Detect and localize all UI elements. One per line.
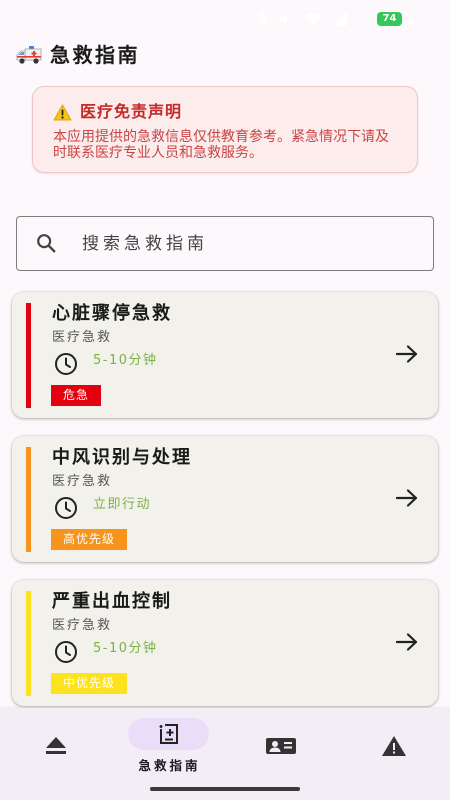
guide-card-bleeding[interactable]: 严重出血控制 医疗急救 5-10分钟 中优先级 bbox=[12, 580, 438, 706]
eject-icon bbox=[45, 736, 67, 756]
guide-title: 心脏骤停急救 bbox=[52, 303, 172, 324]
nav-selected-pill bbox=[128, 718, 209, 750]
guide-card-stroke[interactable]: 中风识别与处理 医疗急救 立即行动 高优先级 bbox=[12, 436, 438, 562]
nav-item-1[interactable] bbox=[0, 708, 112, 800]
medical-disclaimer-card: 医疗免责声明 本应用提供的急救信息仅供教育参考。紧急情况下请及时联系医疗专业人员… bbox=[32, 86, 418, 173]
arrow-right-icon[interactable] bbox=[396, 345, 418, 363]
priority-badge: 高优先级 bbox=[51, 529, 128, 550]
status-icons bbox=[256, 11, 348, 27]
search-box[interactable] bbox=[16, 216, 434, 271]
guide-title: 严重出血控制 bbox=[52, 591, 172, 612]
disclaimer-text: 本应用提供的急救信息仅供教育参考。紧急情况下请及时联系医疗专业人员和急救服务。 bbox=[53, 129, 389, 161]
nav-label: 急救指南 bbox=[138, 758, 201, 773]
guide-title: 中风识别与处理 bbox=[52, 447, 192, 468]
guide-duration: 5-10分钟 bbox=[93, 641, 158, 656]
priority-badge: 中优先级 bbox=[51, 673, 128, 694]
page-title: 急救指南 bbox=[50, 43, 140, 67]
priority-color-bar bbox=[26, 591, 31, 696]
guide-category: 医疗急救 bbox=[52, 618, 113, 633]
add-note-icon bbox=[157, 722, 181, 746]
nav-item-4[interactable] bbox=[338, 708, 450, 800]
disclaimer-header: 医疗免责声明 bbox=[53, 101, 399, 123]
ambulance-icon bbox=[16, 45, 42, 65]
priority-color-bar bbox=[26, 447, 31, 552]
contact-card-icon bbox=[265, 737, 297, 755]
battery-indicator: 74 bbox=[377, 12, 402, 26]
gesture-bar[interactable] bbox=[150, 787, 300, 791]
wifi-icon bbox=[304, 11, 322, 27]
search-icon bbox=[35, 232, 57, 254]
guide-duration: 5-10分钟 bbox=[93, 353, 158, 368]
status-bar: 74 bbox=[0, 0, 450, 38]
charging-icon bbox=[406, 13, 415, 32]
mute-icon bbox=[278, 11, 294, 27]
guide-category: 医疗急救 bbox=[52, 330, 113, 345]
clock-icon bbox=[54, 352, 78, 376]
warning-icon bbox=[381, 735, 407, 757]
arrow-right-icon[interactable] bbox=[396, 633, 418, 651]
guide-duration: 立即行动 bbox=[93, 497, 152, 512]
arrow-right-icon[interactable] bbox=[396, 489, 418, 507]
disclaimer-title: 医疗免责声明 bbox=[80, 102, 183, 121]
warning-icon bbox=[53, 104, 72, 121]
bluetooth-icon bbox=[256, 11, 268, 27]
guide-category: 医疗急救 bbox=[52, 474, 113, 489]
search-input[interactable] bbox=[82, 217, 422, 270]
signal-icon bbox=[332, 11, 348, 27]
clock-icon bbox=[54, 496, 78, 520]
priority-color-bar bbox=[26, 303, 31, 408]
guide-card-cardiac-arrest[interactable]: 心脏骤停急救 医疗急救 5-10分钟 危急 bbox=[12, 292, 438, 418]
clock-icon bbox=[54, 640, 78, 664]
priority-badge: 危急 bbox=[51, 385, 102, 406]
